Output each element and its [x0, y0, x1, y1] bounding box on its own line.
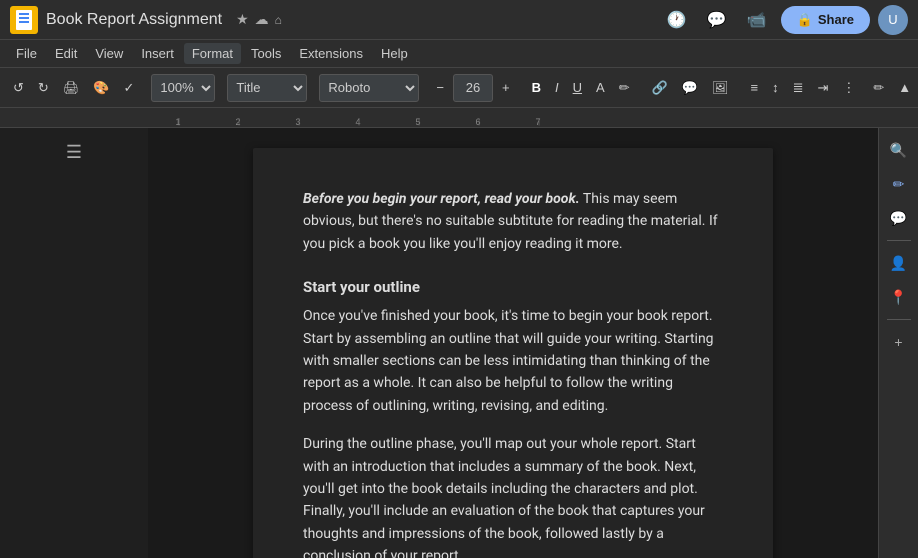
sidebar-comment-icon[interactable]: 💬 [885, 204, 913, 232]
video-icon[interactable]: 📹 [741, 4, 773, 36]
menu-item-insert[interactable]: Insert [133, 43, 182, 64]
list-button[interactable]: ≣ [788, 74, 809, 102]
underline-button[interactable]: U [568, 74, 587, 102]
font-increase-button[interactable]: + [497, 74, 515, 102]
ruler-mark-6: 6 [448, 117, 508, 127]
ruler-mark-5: 5 [388, 117, 448, 127]
share-label: Share [818, 12, 854, 27]
undo-button[interactable]: ↺ [8, 74, 29, 102]
indent-button[interactable]: ⇥ [812, 74, 833, 102]
pen-mode-button[interactable]: ✏ [868, 74, 889, 102]
ruler-mark-7: 7 [508, 117, 568, 127]
line-spacing-button[interactable]: ↕ [767, 74, 784, 102]
add-icon[interactable]: + [885, 328, 913, 356]
ruler-mark-3: 3 [268, 117, 328, 127]
image-button[interactable]: 🖼 [707, 74, 734, 102]
right-divider [887, 240, 911, 241]
zoom-select[interactable]: 100% 75% 150% [151, 74, 215, 102]
ruler-mark-2: 2 [208, 117, 268, 127]
history-icon[interactable]: 🕐 [661, 4, 693, 36]
outline-body: Once you've finished your book, it's tim… [303, 305, 723, 417]
right-sidebar: 🔍 ✏ 💬 👤 📍 + [878, 128, 918, 558]
italic-button[interactable]: I [550, 74, 564, 102]
expand-button[interactable]: ▲ [893, 74, 916, 102]
person-icon[interactable]: 👤 [885, 249, 913, 277]
paragraph-intro: Before you begin your report, read your … [303, 188, 723, 255]
ruler-mark-1: 1 [148, 117, 208, 127]
cloud-icon[interactable]: ☁ [255, 11, 269, 28]
menu-item-view[interactable]: View [87, 43, 131, 64]
highlight-button[interactable]: ✏ [614, 74, 635, 102]
outline-icon[interactable]: ☰ [62, 138, 86, 167]
menu-item-help[interactable]: Help [373, 43, 416, 64]
title-bar: Book Report Assignment ★ ☁ ⌂ 🕐 💬 📹 🔒 Sha… [0, 0, 918, 40]
menu-item-file[interactable]: File [8, 43, 45, 64]
menu-item-tools[interactable]: Tools [243, 43, 289, 64]
more-options-button[interactable]: ⋮ [837, 74, 860, 102]
maps-icon[interactable]: 📍 [885, 283, 913, 311]
title-bar-right: 🕐 💬 📹 🔒 Share U [661, 4, 908, 36]
bold-button[interactable]: B [527, 74, 546, 102]
share-button[interactable]: 🔒 Share [781, 6, 870, 34]
edit-icon[interactable]: ✏ [885, 170, 913, 198]
align-button[interactable]: ≡ [745, 74, 763, 102]
font-select[interactable]: Roboto Arial Times New Roman [319, 74, 419, 102]
ruler-mark-4: 4 [328, 117, 388, 127]
title-icons: ★ ☁ ⌂ [236, 11, 282, 28]
font-decrease-button[interactable]: − [431, 74, 449, 102]
doc-area[interactable]: Before you begin your report, read your … [148, 128, 878, 558]
avatar[interactable]: U [878, 5, 908, 35]
doc-title: Book Report Assignment [46, 11, 222, 29]
comment-button[interactable]: 💬 [677, 74, 703, 102]
menu-bar: File Edit View Insert Format Tools Exten… [0, 40, 918, 68]
ruler: 1 2 3 4 5 6 7 [0, 108, 918, 128]
outline-phase-body: During the outline phase, you'll map out… [303, 433, 723, 558]
link-button[interactable]: 🔗 [647, 74, 673, 102]
font-size-input[interactable] [453, 74, 493, 102]
paint-button[interactable]: 🎨 [88, 74, 114, 102]
text-color-button[interactable]: A [591, 74, 610, 102]
app-logo [10, 6, 38, 34]
explore-icon[interactable]: 🔍 [885, 136, 913, 164]
outline-heading: Start your outline [303, 275, 723, 299]
spell-button[interactable]: ✓ [119, 74, 140, 102]
menu-item-edit[interactable]: Edit [47, 43, 85, 64]
toolbar: ↺ ↻ 🖨 🎨 ✓ 100% 75% 150% Title Normal Hea… [0, 68, 918, 108]
menu-item-extensions[interactable]: Extensions [291, 43, 371, 64]
menu-item-format[interactable]: Format [184, 43, 241, 64]
main-area: ☰ Before you begin your report, read you… [0, 128, 918, 558]
left-sidebar: ☰ [0, 128, 148, 558]
doc-page: Before you begin your report, read your … [253, 148, 773, 558]
print-button[interactable]: 🖨 [58, 74, 85, 102]
comment-icon[interactable]: 💬 [701, 4, 733, 36]
star-icon[interactable]: ★ [236, 11, 249, 28]
meet-icon[interactable]: ⌂ [275, 13, 282, 27]
redo-button[interactable]: ↻ [33, 74, 54, 102]
right-divider-2 [887, 319, 911, 320]
intro-bold-text: Before you begin your report, read your … [303, 191, 580, 207]
lock-icon: 🔒 [797, 12, 813, 28]
style-select[interactable]: Title Normal Heading 1 [227, 74, 307, 102]
